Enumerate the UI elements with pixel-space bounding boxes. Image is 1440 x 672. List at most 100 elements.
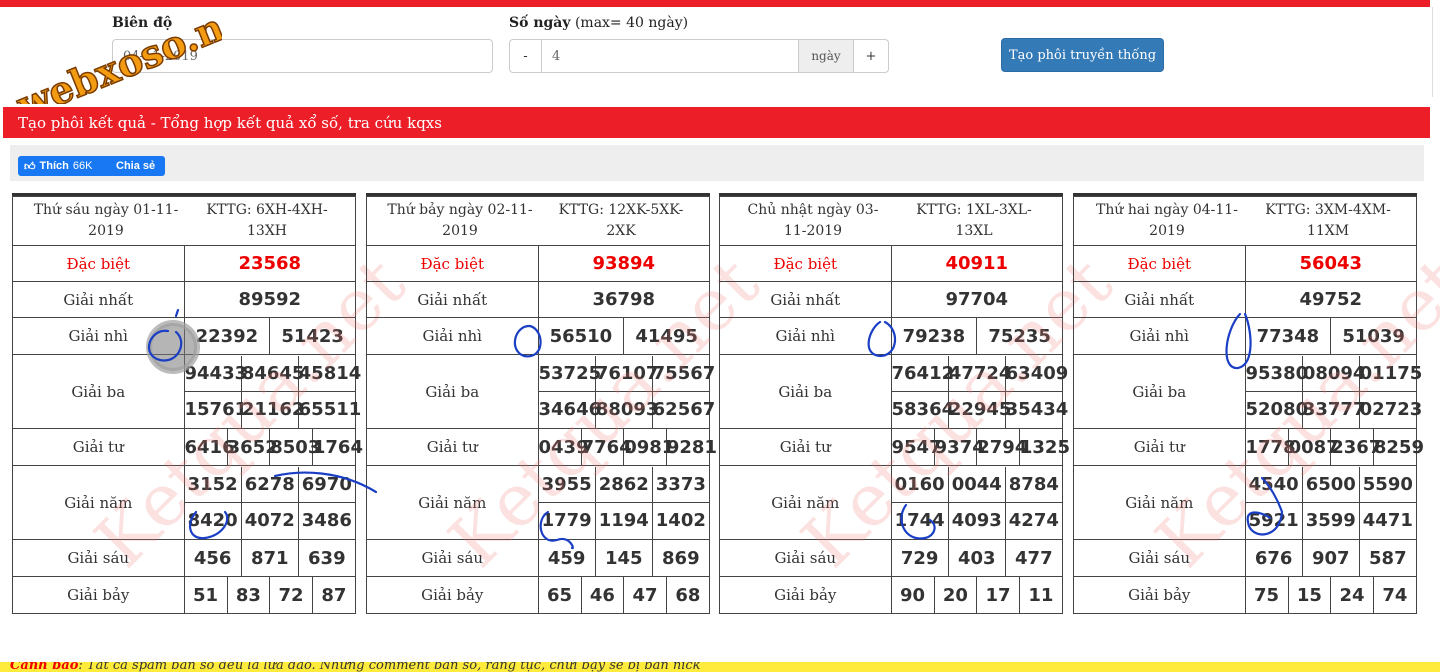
prize-number: 1402 <box>651 502 709 539</box>
bien-do-label: Biên độ <box>112 15 173 31</box>
prize-number: 8259 <box>1372 429 1424 465</box>
label-giai-nhi: Giải nhì <box>1073 317 1246 355</box>
days-unit-addon: ngày <box>798 39 854 73</box>
label-giai-sau: Giải sáu <box>366 539 539 577</box>
increment-button[interactable]: + <box>853 39 889 73</box>
prize-number: 0160 <box>894 473 945 495</box>
prize-number: 47 <box>623 577 667 613</box>
result-board-2: Thứ bảy ngày 02-11-2019 KTTG: 12XK-5XK-2… <box>366 193 717 614</box>
label-giai-nhi: Giải nhì <box>12 317 185 355</box>
prize-number: 9281 <box>665 429 717 465</box>
board-header: Thứ hai ngày 04-11-2019 KTTG: 3XM-4XM-11… <box>1073 196 1417 246</box>
prize-number: 75 <box>1254 584 1280 606</box>
label-giai-sau: Giải sáu <box>12 539 185 577</box>
first-prize: 49752 <box>1244 281 1417 318</box>
prize-number: 6416 <box>184 436 235 458</box>
result-board-4: Thứ hai ngày 04-11-2019 KTTG: 3XM-4XM-11… <box>1073 193 1424 614</box>
decrement-button[interactable]: - <box>509 39 542 73</box>
label-giai-tu: Giải tư <box>12 428 185 466</box>
prize-number: 02723 <box>1358 391 1422 428</box>
label-giai-nam: Giải năm <box>1073 465 1246 540</box>
so-ngay-label: Số ngày (max= 40 ngày) <box>509 15 689 31</box>
label-giai-bay: Giải bảy <box>366 576 539 614</box>
label-giai-nhat: Giải nhất <box>719 281 892 318</box>
prize-number: 145 <box>594 540 653 576</box>
prize-number: 3955 <box>541 473 592 495</box>
thumbs-up-icon: 👍︎ <box>24 160 36 173</box>
date-input[interactable]: 04-11-2019 <box>112 39 493 73</box>
prize-number: 8420 <box>184 502 242 539</box>
prize-number: 46 <box>580 577 624 613</box>
facebook-share-button[interactable]: Chia sẻ <box>110 156 165 176</box>
label-giai-nhat: Giải nhất <box>366 281 539 318</box>
label-dac-biet: Đặc biệt <box>1073 245 1246 282</box>
label-giai-nhat: Giải nhất <box>1073 281 1246 318</box>
prize-number: 0087 <box>1287 429 1339 465</box>
like-count: 66K <box>72 160 93 172</box>
prize-number: 87 <box>311 577 355 613</box>
facebook-like-button[interactable]: 👍︎ Thích 66K <box>18 156 114 176</box>
page-banner: Tạo phôi kết quả - Tổng hợp kết quả xổ s… <box>3 107 1430 138</box>
prize-number: 45814 <box>297 355 361 392</box>
board-kttg: KTTG: 6XH-4XH-13XH <box>206 202 328 239</box>
prize-number: 5921 <box>1245 502 1303 539</box>
prize-number: 4093 <box>947 502 1006 539</box>
prize-number: 1325 <box>1018 429 1070 465</box>
label-giai-tu: Giải tư <box>1073 428 1246 466</box>
prize-number: 869 <box>651 540 709 576</box>
prize-number: 871 <box>240 540 299 576</box>
prize-number: 01175 <box>1358 355 1422 392</box>
prize-number: 403 <box>947 540 1006 576</box>
label-dac-biet: Đặc biệt <box>719 245 892 282</box>
prize-number: 62567 <box>651 391 715 428</box>
prize-number: 75567 <box>651 355 715 392</box>
prize-number: 53725 <box>538 362 602 384</box>
label-giai-ba: Giải ba <box>12 354 185 429</box>
label-giai-nhi: Giải nhì <box>366 317 539 355</box>
prize-number: 15 <box>1287 577 1331 613</box>
label-dac-biet: Đặc biệt <box>366 245 539 282</box>
create-board-button[interactable]: Tạo phôi truyền thống <box>1001 38 1164 72</box>
label-giai-ba: Giải ba <box>1073 354 1246 429</box>
board-header: Thứ bảy ngày 02-11-2019 KTTG: 12XK-5XK-2… <box>366 196 710 246</box>
prize-number: 35434 <box>1004 391 1068 428</box>
prize-number: 15761 <box>184 391 247 428</box>
label-giai-nam: Giải năm <box>719 465 892 540</box>
prize-number: 0981 <box>623 429 674 465</box>
prize-number: 6278 <box>240 466 299 503</box>
warning-bar: Cảnh báo: Tất cả spam bán số đều là lừa … <box>0 662 1440 672</box>
label-giai-sau: Giải sáu <box>1073 539 1246 577</box>
social-bar: 👍︎ Thích 66K Chia sẻ <box>10 145 1424 181</box>
prize-number: 83 <box>226 577 270 613</box>
prize-number: 2367 <box>1330 429 1381 465</box>
prize-number: 7764 <box>580 429 632 465</box>
first-prize: 97704 <box>890 281 1063 318</box>
prize-number: 729 <box>900 547 939 569</box>
warning-text: Cảnh báo: Tất cả spam bán số đều là lừa … <box>10 662 701 672</box>
prize-number: 8784 <box>1004 466 1062 503</box>
prize-number: 65511 <box>297 391 361 428</box>
prize-number: 8503 <box>269 429 320 465</box>
special-prize: 93894 <box>537 245 710 282</box>
prize-number: 22945 <box>947 391 1011 428</box>
special-prize: 56043 <box>1244 245 1417 282</box>
prize-number: 587 <box>1358 540 1416 576</box>
label-giai-tu: Giải tư <box>366 428 539 466</box>
first-prize: 36798 <box>537 281 710 318</box>
board-header: Thứ sáu ngày 01-11-2019 KTTG: 6XH-4XH-13… <box>12 196 356 246</box>
board-header: Chủ nhật ngày 03-11-2019 KTTG: 1XL-3XL-1… <box>719 196 1063 246</box>
prize-number: 22392 <box>195 325 259 347</box>
prize-number: 2794 <box>976 429 1027 465</box>
prize-number: 76412 <box>891 362 955 384</box>
prize-number: 9374 <box>933 429 985 465</box>
prize-number: 41495 <box>623 318 709 354</box>
label-giai-nhat: Giải nhất <box>12 281 185 318</box>
result-board-3: Chủ nhật ngày 03-11-2019 KTTG: 1XL-3XL-1… <box>719 193 1070 614</box>
days-input[interactable]: 4 <box>541 39 799 73</box>
prize-number: 0044 <box>947 466 1006 503</box>
prize-number: 79238 <box>902 325 966 347</box>
prize-number: 63409 <box>1004 355 1068 392</box>
label-giai-nam: Giải năm <box>12 465 185 540</box>
prize-number: 20 <box>933 577 977 613</box>
prize-number: 3373 <box>651 466 709 503</box>
